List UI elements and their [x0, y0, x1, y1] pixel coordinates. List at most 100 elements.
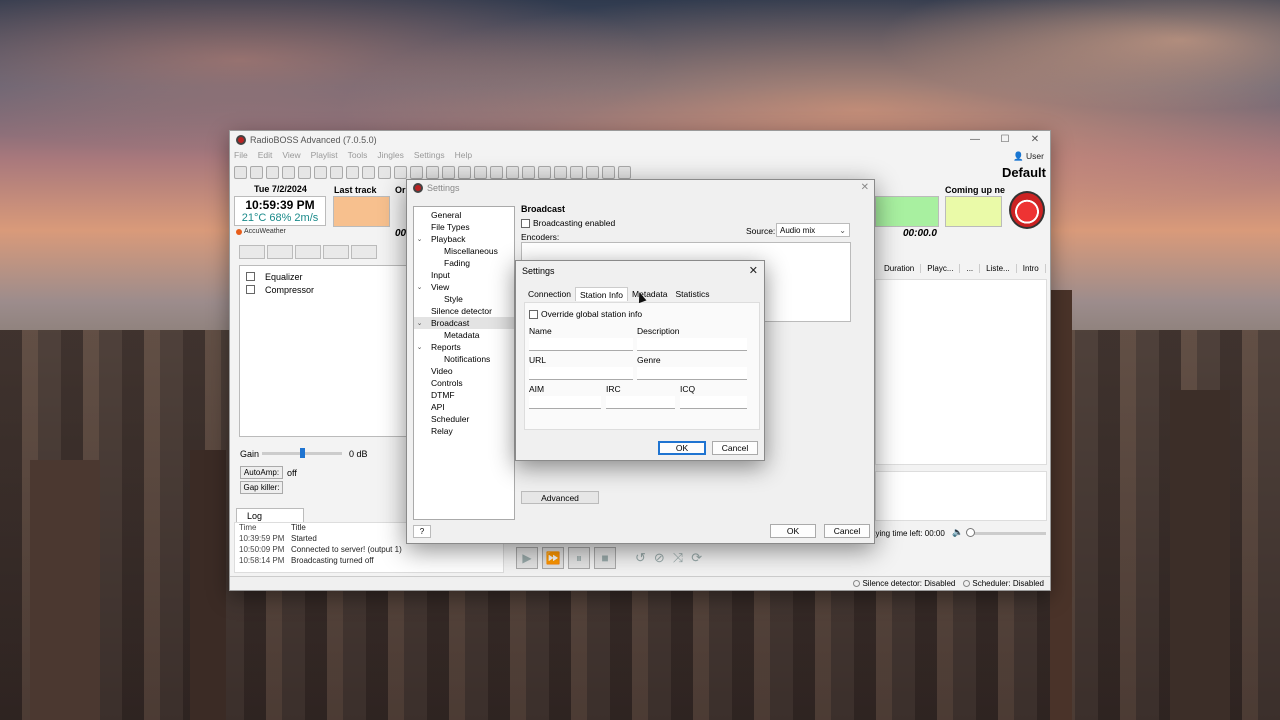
schedule-icon[interactable] — [506, 166, 519, 179]
tree-item-silence-detector[interactable]: Silence detector — [414, 305, 514, 317]
cancel-button[interactable]: Cancel — [824, 524, 870, 538]
menu-jingles[interactable]: Jingles — [377, 150, 403, 160]
tab-log[interactable]: Log — [236, 508, 304, 522]
layout-icon[interactable] — [362, 166, 375, 179]
aim-field[interactable] — [529, 396, 601, 409]
maximize-button[interactable]: ☐ — [990, 131, 1020, 148]
next-icon[interactable]: ⏩ — [542, 547, 564, 569]
lock-icon[interactable] — [522, 166, 535, 179]
sort-icon[interactable] — [474, 166, 487, 179]
list-item[interactable]: Compressor — [246, 283, 400, 296]
broadcast-icon[interactable] — [538, 166, 551, 179]
tree-item-relay[interactable]: Relay — [414, 425, 514, 437]
folder-tab-icon[interactable] — [239, 245, 265, 259]
close-button[interactable]: ✕ — [1020, 131, 1050, 148]
record-icon[interactable] — [570, 166, 583, 179]
play-icon[interactable]: ▶ — [516, 547, 538, 569]
forward-icon[interactable] — [458, 166, 471, 179]
tree-item-style[interactable]: Style — [414, 293, 514, 305]
menu-tools[interactable]: Tools — [348, 150, 368, 160]
tab-connection[interactable]: Connection — [524, 287, 575, 301]
close-icon[interactable]: ✕ — [749, 264, 758, 277]
search-tab-icon[interactable] — [267, 245, 293, 259]
table-row[interactable]: 10:50:09 PM Connected to server! (output… — [235, 545, 503, 556]
repeat-icon[interactable]: ⟳ — [691, 550, 702, 566]
tree-item-video[interactable]: Video — [414, 365, 514, 377]
override-station-info-checkbox[interactable]: Override global station info — [529, 309, 642, 319]
genre-field[interactable] — [637, 367, 747, 380]
table-row[interactable]: 10:58:14 PM Broadcasting turned off — [235, 556, 503, 567]
equalizer-checkbox[interactable] — [246, 272, 255, 281]
description-field[interactable] — [637, 338, 747, 351]
tree-item-general[interactable]: General — [414, 209, 514, 221]
ok-button[interactable]: OK — [658, 441, 706, 455]
advanced-button[interactable]: Advanced — [521, 491, 599, 504]
silence-detector-status[interactable]: Silence detector: Disabled — [853, 579, 955, 588]
autoamp-button[interactable]: AutoAmp: — [240, 466, 283, 479]
menu-playlist[interactable]: Playlist — [311, 150, 338, 160]
layout4-icon[interactable] — [410, 166, 423, 179]
column-intro[interactable]: Intro — [1017, 264, 1046, 273]
tag-tab-icon[interactable] — [351, 245, 377, 259]
tree-item-api[interactable]: API — [414, 401, 514, 413]
layout3-icon[interactable] — [394, 166, 407, 179]
icq-field[interactable] — [680, 396, 747, 409]
broadcasting-enabled-checkbox[interactable]: Broadcasting enabled — [521, 218, 615, 228]
checkbox-box[interactable] — [521, 218, 530, 228]
user-label[interactable]: 👤 User — [1013, 151, 1044, 162]
search-icon[interactable] — [490, 166, 503, 179]
source-select[interactable]: Audio mix ⌄ — [776, 223, 850, 237]
tree-item-dtmf[interactable]: DTMF — [414, 389, 514, 401]
tree-item-reports[interactable]: ⌄ Reports — [414, 341, 514, 353]
column-listeners[interactable]: Liste... — [980, 264, 1017, 273]
tab-metadata[interactable]: Metadata — [628, 287, 671, 301]
gap-killer-button[interactable]: Gap killer: — [240, 481, 283, 494]
column-duration[interactable]: Duration — [878, 264, 922, 273]
new-icon[interactable] — [234, 166, 247, 179]
chevron-down-icon[interactable]: ⌄ — [414, 343, 425, 351]
gain-slider-thumb[interactable] — [300, 448, 305, 458]
close-icon[interactable]: ✕ — [861, 182, 869, 193]
volume-slider[interactable] — [968, 532, 1046, 535]
url-field[interactable] — [529, 367, 633, 380]
playlist-table[interactable] — [875, 279, 1047, 465]
volume-slider-thumb[interactable] — [966, 528, 975, 537]
tree-item-controls[interactable]: Controls — [414, 377, 514, 389]
gear-icon[interactable] — [618, 166, 631, 179]
chevron-down-icon[interactable]: ⌄ — [414, 235, 425, 243]
minimize-button[interactable]: — — [960, 131, 990, 148]
volume-icon[interactable]: 🔈 — [952, 527, 963, 538]
chevron-down-icon[interactable]: ⌄ — [414, 283, 425, 291]
paste-icon[interactable] — [330, 166, 343, 179]
tree-item-playback[interactable]: ⌄ Playback — [414, 233, 514, 245]
irc-field[interactable] — [606, 396, 675, 409]
menu-view[interactable]: View — [282, 150, 300, 160]
tree-item-view[interactable]: ⌄ View — [414, 281, 514, 293]
menu-help[interactable]: Help — [455, 150, 472, 160]
tree-item-file-types[interactable]: File Types — [414, 221, 514, 233]
restart-icon[interactable]: ↺ — [635, 550, 646, 566]
save-icon[interactable] — [266, 166, 279, 179]
column-title[interactable]: Title — [291, 523, 306, 534]
open-icon[interactable] — [250, 166, 263, 179]
tree-item-input[interactable]: Input — [414, 269, 514, 281]
help-button[interactable]: ? — [413, 525, 431, 538]
block-icon[interactable]: ⊘ — [654, 550, 665, 566]
column-playcount[interactable]: Playc... — [921, 264, 961, 273]
menu-file[interactable]: File — [234, 150, 248, 160]
globe-icon[interactable] — [602, 166, 615, 179]
cancel-button[interactable]: Cancel — [712, 441, 758, 455]
save-as-icon[interactable] — [282, 166, 295, 179]
cut-icon[interactable] — [298, 166, 311, 179]
stats-icon[interactable] — [586, 166, 599, 179]
column-time[interactable]: Time — [239, 523, 291, 534]
tree-item-miscellaneous[interactable]: Miscellaneous — [414, 245, 514, 257]
compressor-checkbox[interactable] — [246, 285, 255, 294]
stop-icon[interactable]: ■ — [594, 547, 616, 569]
tree-item-metadata[interactable]: Metadata — [414, 329, 514, 341]
layout5-icon[interactable] — [426, 166, 439, 179]
tab-statistics[interactable]: Statistics — [671, 287, 713, 301]
checkbox-box[interactable] — [529, 309, 538, 319]
database-icon[interactable] — [554, 166, 567, 179]
name-field[interactable] — [529, 338, 633, 351]
